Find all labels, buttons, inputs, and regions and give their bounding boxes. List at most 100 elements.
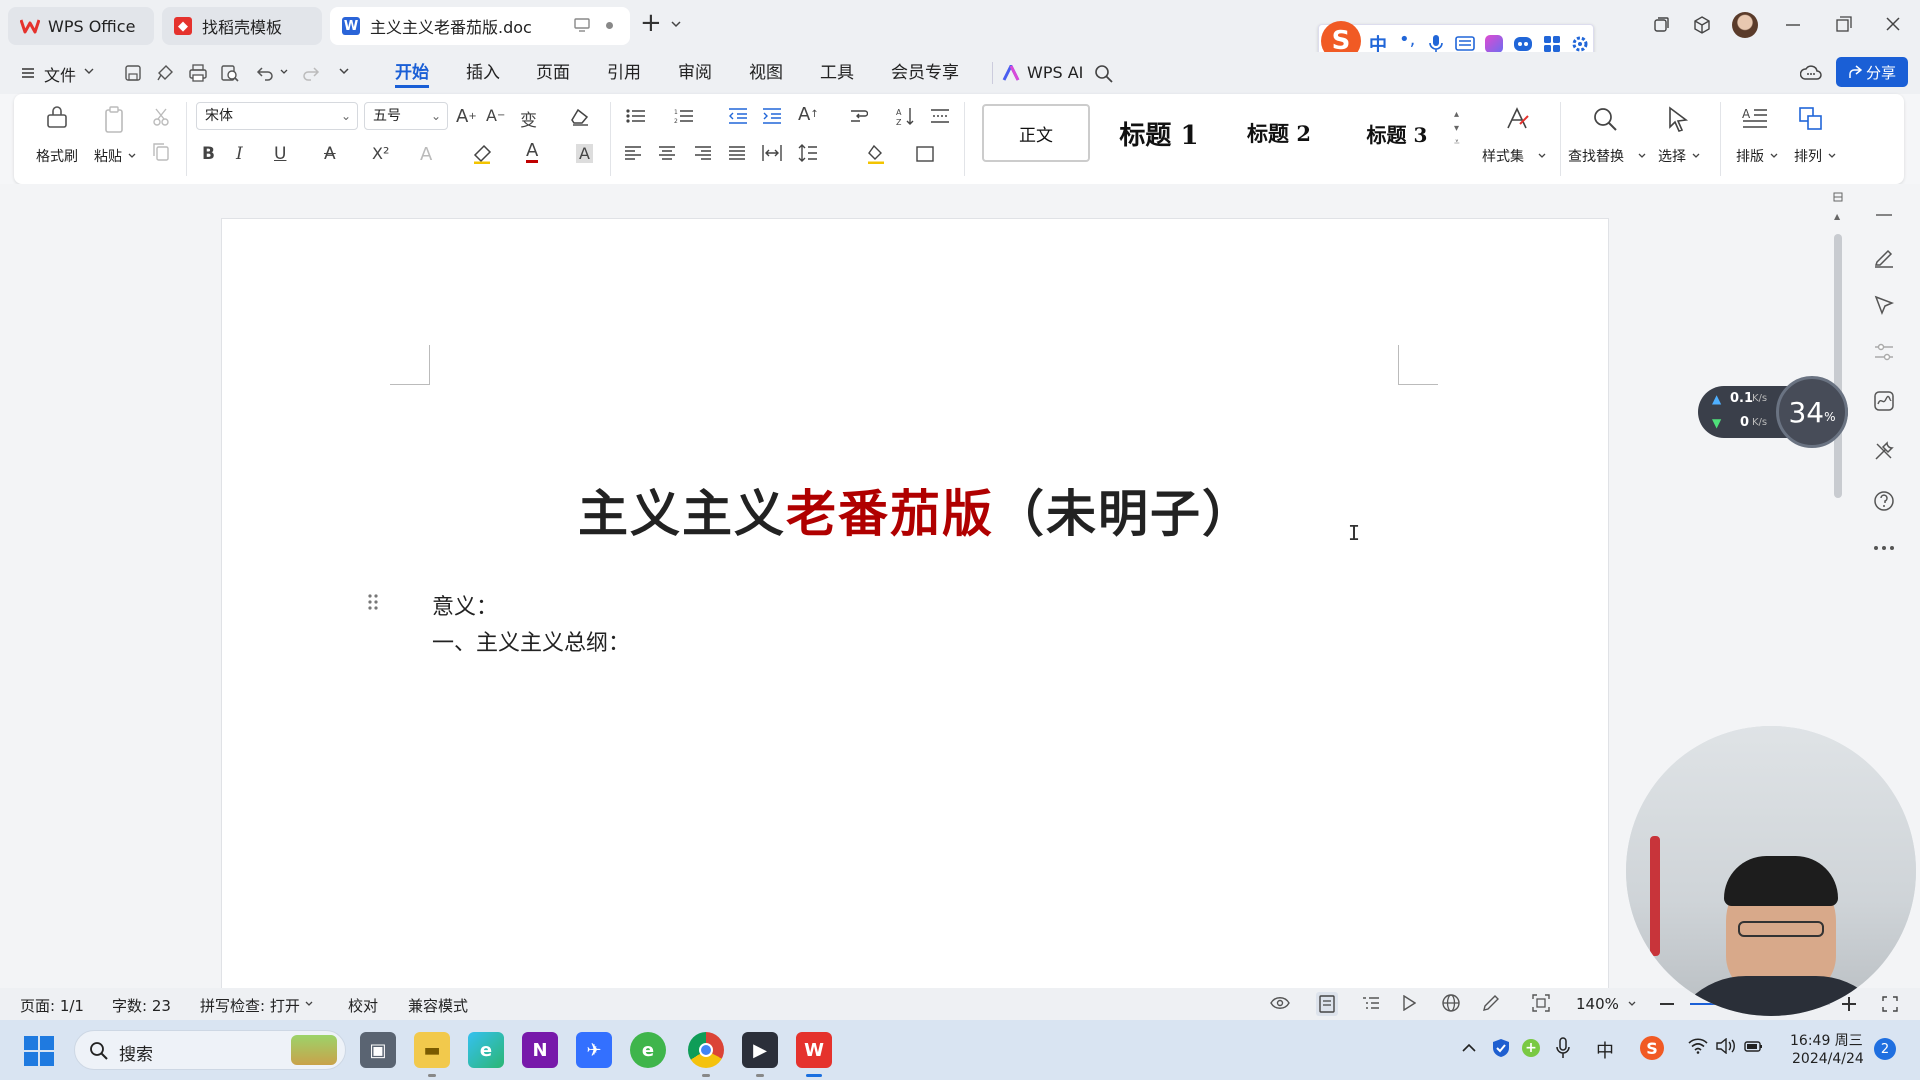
security-shield-icon[interactable]: [1492, 1038, 1510, 1058]
input-lang-indicator[interactable]: 中: [1596, 1037, 1614, 1063]
undo-icon[interactable]: [256, 65, 274, 81]
hamburger-icon[interactable]: [22, 67, 34, 79]
paragraph[interactable]: 一、主义主义总纲：: [432, 625, 630, 657]
clear-format-icon[interactable]: [570, 108, 590, 126]
style-normal[interactable]: 正文: [982, 104, 1090, 162]
pen-icon[interactable]: [1482, 994, 1500, 1012]
typesetting-icon[interactable]: A: [1742, 106, 1768, 130]
proofread-button[interactable]: 校对: [348, 995, 378, 1016]
new-tab-button[interactable]: +: [640, 8, 662, 38]
settings-gear-icon[interactable]: [1571, 35, 1589, 53]
chevron-down-icon[interactable]: [1638, 153, 1646, 159]
apps-grid-icon[interactable]: [1543, 35, 1561, 53]
increase-font-icon[interactable]: A +: [456, 106, 477, 127]
clock-time[interactable]: 16:49 周三: [1790, 1030, 1863, 1050]
chevron-down-icon[interactable]: [1770, 153, 1778, 159]
tools-icon[interactable]: [1873, 440, 1895, 462]
taskbar-search-box[interactable]: 搜索: [74, 1030, 346, 1070]
sogou-tray-icon[interactable]: S: [1640, 1036, 1664, 1060]
decrease-indent-icon[interactable]: [728, 108, 748, 124]
taskbar-browser-green[interactable]: e: [630, 1032, 666, 1068]
pen-edit-icon[interactable]: [1873, 246, 1895, 268]
typesetting-label[interactable]: 排版: [1736, 146, 1764, 166]
print-icon[interactable]: [188, 64, 208, 82]
chevron-down-icon[interactable]: [1692, 153, 1700, 159]
search-icon[interactable]: [1094, 64, 1114, 84]
ime-punct-toggle[interactable]: •,: [1399, 29, 1415, 50]
volume-icon[interactable]: [1716, 1038, 1736, 1054]
highlight-icon[interactable]: [472, 144, 492, 164]
format-painter-small-icon[interactable]: [156, 64, 174, 82]
taskbar-chrome[interactable]: [688, 1032, 724, 1068]
tab-references[interactable]: 引用: [607, 60, 641, 88]
pointer-icon[interactable]: [1873, 294, 1895, 316]
scroll-up-arrow[interactable]: ▲: [1834, 212, 1840, 221]
adjust-sliders-icon[interactable]: [1873, 342, 1895, 362]
document-title[interactable]: 主义主义老番茄版（未明子）: [222, 474, 1610, 546]
redo-icon[interactable]: [302, 65, 320, 81]
taskbar-video-call[interactable]: ▶: [742, 1032, 778, 1068]
keyboard-icon[interactable]: [1455, 36, 1475, 51]
chevron-down-icon[interactable]: [670, 20, 682, 28]
microphone-icon[interactable]: [1429, 34, 1443, 54]
play-icon[interactable]: [1402, 995, 1416, 1011]
taskbar-wps[interactable]: W: [796, 1032, 832, 1068]
close-icon[interactable]: [1886, 17, 1900, 31]
page-view-icon[interactable]: [1316, 992, 1338, 1016]
taskbar-task-view[interactable]: ▣: [360, 1032, 396, 1068]
tab-template[interactable]: ◆ 找稻壳模板: [162, 7, 322, 45]
zoom-level[interactable]: 140%: [1576, 995, 1619, 1013]
maximize-icon[interactable]: [1836, 16, 1852, 32]
collapse-icon[interactable]: [1876, 214, 1892, 216]
show-marks-icon[interactable]: [930, 108, 950, 124]
more-icon[interactable]: [1874, 546, 1894, 550]
style-set-icon[interactable]: [1504, 106, 1530, 132]
drag-handle-icon[interactable]: [367, 593, 379, 611]
save-icon[interactable]: [124, 64, 142, 82]
wps-ai-icon[interactable]: [1002, 65, 1020, 81]
find-replace-label[interactable]: 查找替换: [1568, 146, 1624, 166]
format-painter-label[interactable]: 格式刷: [36, 146, 78, 166]
borders-icon[interactable]: [916, 146, 934, 162]
microphone-icon[interactable]: [1556, 1037, 1570, 1059]
font-name-select[interactable]: 宋体 ⌄: [196, 102, 358, 130]
arrange-icon[interactable]: [1798, 106, 1824, 132]
decrease-font-icon[interactable]: A −: [486, 106, 505, 125]
memory-usage-gauge[interactable]: 34%: [1776, 376, 1848, 448]
chevron-down-icon[interactable]: [128, 153, 136, 159]
paste-icon[interactable]: [102, 106, 128, 134]
numbered-list-icon[interactable]: 12: [674, 108, 694, 124]
align-left-icon[interactable]: [624, 146, 642, 160]
battery-icon[interactable]: [1744, 1038, 1764, 1054]
web-view-icon[interactable]: [1442, 994, 1460, 1012]
select-label[interactable]: 选择: [1658, 146, 1686, 166]
text-direction-icon[interactable]: A ↑: [798, 104, 819, 125]
outline-view-icon[interactable]: [1362, 996, 1380, 1010]
font-size-select[interactable]: 五号 ⌄: [364, 102, 448, 130]
align-center-icon[interactable]: [658, 146, 676, 160]
underline-button[interactable]: U: [274, 144, 286, 164]
tab-document[interactable]: W 主义主义老番茄版.doc: [330, 7, 630, 45]
share-button[interactable]: 分享: [1836, 57, 1908, 87]
page-indicator[interactable]: 页面: 1/1: [20, 995, 84, 1016]
monitor-icon[interactable]: [574, 18, 590, 32]
help-icon[interactable]: [1873, 490, 1895, 512]
file-menu[interactable]: 文件: [44, 62, 76, 86]
tab-insert[interactable]: 插入: [466, 60, 500, 88]
find-replace-icon[interactable]: [1592, 106, 1618, 132]
document-page[interactable]: 主义主义老番茄版（未明子） 意义： 一、主义主义总纲： I: [221, 218, 1609, 1018]
bold-button[interactable]: B: [202, 144, 215, 164]
window-restore-icon[interactable]: [1652, 16, 1670, 34]
style-heading-3[interactable]: 标题 3: [1342, 104, 1452, 162]
wifi-icon[interactable]: [1688, 1038, 1708, 1054]
copy-icon[interactable]: [152, 142, 170, 162]
tab-home[interactable]: 开始: [395, 60, 429, 88]
text-wrap-icon[interactable]: [850, 108, 868, 124]
chevron-down-icon[interactable]: [280, 69, 288, 75]
sort-icon[interactable]: AZ: [896, 106, 916, 126]
wps-ai-button[interactable]: WPS AI: [1027, 63, 1083, 82]
chevron-down-icon[interactable]: [338, 67, 350, 75]
taskbar-edge[interactable]: e: [468, 1032, 504, 1068]
minimize-icon[interactable]: [1786, 24, 1800, 26]
notification-badge[interactable]: 2: [1874, 1038, 1896, 1060]
